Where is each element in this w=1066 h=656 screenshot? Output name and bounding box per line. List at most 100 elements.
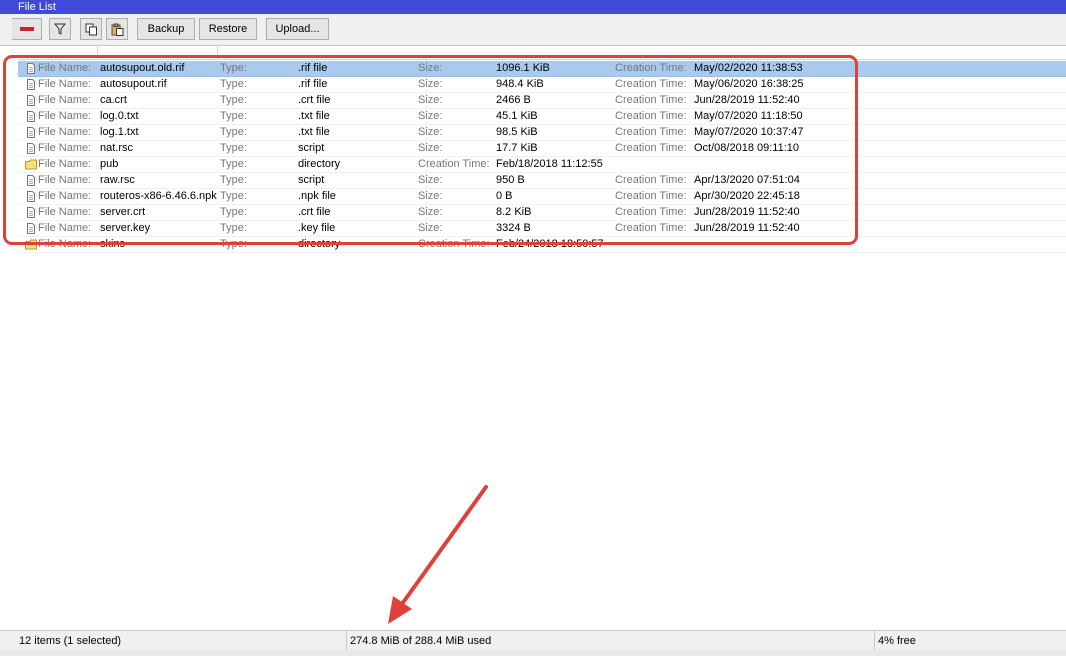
file-name-label: File Name: — [38, 94, 92, 106]
upload-button[interactable]: Upload... — [266, 18, 329, 40]
file-name-label: File Name: — [38, 110, 92, 122]
file-icon — [25, 127, 37, 138]
creation-time-label: Creation Time: — [615, 94, 687, 106]
size-label: Size: — [418, 142, 443, 154]
creation-time-label: Creation Time: — [615, 62, 687, 74]
file-row[interactable]: File Name: nat.rsc Type: script Size: 17.7 Ki… — [18, 141, 1066, 157]
file-name-label: File Name: — [38, 206, 92, 218]
type-label: Type: — [220, 62, 247, 74]
file-icon — [25, 63, 37, 74]
file-icon — [25, 111, 37, 122]
file-name-label: File Name: — [38, 158, 92, 170]
file-name: autosupout.rif — [100, 78, 167, 90]
minus-icon — [19, 27, 34, 31]
file-name-label: File Name: — [38, 222, 92, 234]
file-type: .crt file — [298, 206, 331, 218]
file-type: .rif file — [298, 78, 328, 90]
file-size: 948.4 KiB — [496, 78, 544, 90]
file-name-label: File Name: — [38, 238, 92, 250]
file-type: directory — [298, 238, 341, 250]
paste-button[interactable] — [106, 18, 128, 40]
type-label: Type: — [220, 142, 247, 154]
file-name: log.0.txt — [100, 110, 139, 122]
creation-time-label: Creation Time: — [615, 174, 687, 186]
paste-icon — [111, 23, 123, 36]
filter-button[interactable] — [49, 18, 71, 40]
file-row[interactable]: File Name: skins Type: directory Creation Ti… — [18, 237, 1066, 253]
creation-time-label: Creation Time: — [418, 158, 490, 170]
file-row[interactable]: File Name: log.0.txt Type: .txt file Size: 45… — [18, 109, 1066, 125]
size-label: Size: — [418, 222, 443, 234]
type-label: Type: — [220, 206, 247, 218]
file-row[interactable]: File Name: ca.crt Type: .crt file Size: 2466 … — [18, 93, 1066, 109]
remove-button[interactable] — [12, 18, 42, 40]
size-label: Size: — [418, 206, 443, 218]
creation-time: May/02/2020 11:38:53 — [694, 62, 803, 74]
size-label: Size: — [418, 62, 443, 74]
file-name: routeros-x86-6.46.6.npk — [100, 190, 217, 202]
toolbar: Backup Restore Upload... — [0, 14, 1066, 46]
file-row[interactable]: File Name: pub Type: directory Creation Time… — [18, 157, 1066, 173]
file-name: pub — [100, 158, 119, 170]
file-type: script — [298, 142, 325, 154]
creation-time-label: Creation Time: — [615, 206, 687, 218]
type-label: Type: — [220, 126, 247, 138]
file-row[interactable]: File Name: routeros-x86-6.46.6.npk Type: .n… — [18, 189, 1066, 205]
creation-time-label: Creation Time: — [418, 238, 490, 250]
file-size: 950 B — [496, 174, 525, 186]
file-size: 98.5 KiB — [496, 126, 538, 138]
file-type: .txt file — [298, 126, 330, 138]
file-type: .rif file — [298, 62, 328, 74]
type-label: Type: — [220, 238, 247, 250]
file-icon — [25, 223, 37, 234]
file-name: nat.rsc — [100, 142, 134, 154]
file-row[interactable]: File Name: server.key Type: .key file Size: 3… — [18, 221, 1066, 237]
status-items: 12 items (1 selected) — [19, 635, 122, 647]
file-row[interactable]: File Name: server.crt Type: .crt file Size: 8… — [18, 205, 1066, 221]
creation-time-label: Creation Time: — [615, 222, 687, 234]
folder-icon — [25, 159, 37, 170]
file-icon — [25, 95, 37, 106]
file-row[interactable]: File Name: log.1.txt Type: .txt file Size: 98… — [18, 125, 1066, 141]
file-size: 8.2 KiB — [496, 206, 532, 218]
creation-time: Jun/28/2019 11:52:40 — [694, 94, 800, 106]
backup-button[interactable]: Backup — [137, 18, 195, 40]
file-name-label: File Name: — [38, 190, 92, 202]
file-name: server.key — [100, 222, 151, 234]
creation-time: Jun/28/2019 11:52:40 — [694, 206, 800, 218]
file-row[interactable]: File Name: autosupout.old.rif Type: .rif fi… — [18, 61, 1066, 77]
file-name-label: File Name: — [38, 174, 92, 186]
creation-time: Jun/28/2019 11:52:40 — [694, 222, 800, 234]
column-header[interactable] — [18, 46, 1066, 60]
creation-time-label: Creation Time: — [615, 78, 687, 90]
creation-time: Apr/13/2020 07:51:04 — [694, 174, 800, 186]
type-label: Type: — [220, 158, 247, 170]
creation-time-label: Creation Time: — [615, 126, 687, 138]
file-size: 3324 B — [496, 222, 531, 234]
status-free: 4% free — [878, 635, 916, 647]
creation-time-label: Creation Time: — [615, 190, 687, 202]
size-label: Size: — [418, 174, 443, 186]
file-icon — [25, 79, 37, 90]
file-size: 0 B — [496, 190, 513, 202]
file-icon — [25, 207, 37, 218]
copy-button[interactable] — [80, 18, 102, 40]
file-row[interactable]: File Name: autosupout.rif Type: .rif file Si… — [18, 77, 1066, 93]
type-label: Type: — [220, 222, 247, 234]
creation-time: May/07/2020 11:18:50 — [694, 110, 803, 122]
type-label: Type: — [220, 190, 247, 202]
restore-button[interactable]: Restore — [199, 18, 257, 40]
file-icon — [25, 143, 37, 154]
creation-time-label: Creation Time: — [615, 142, 687, 154]
size-label: Size: — [418, 78, 443, 90]
status-disk-usage: 274.8 MiB of 288.4 MiB used — [350, 635, 492, 647]
file-name: ca.crt — [100, 94, 127, 106]
size-label: Size: — [418, 190, 443, 202]
type-label: Type: — [220, 94, 247, 106]
file-type: script — [298, 174, 325, 186]
type-label: Type: — [220, 174, 247, 186]
file-row[interactable]: File Name: raw.rsc Type: script Size: 950 B Cr… — [18, 173, 1066, 189]
file-type: .key file — [298, 222, 336, 234]
file-icon — [25, 191, 37, 202]
file-list[interactable]: File Name: autosupout.old.rif Type: .rif fi… — [18, 61, 1066, 253]
